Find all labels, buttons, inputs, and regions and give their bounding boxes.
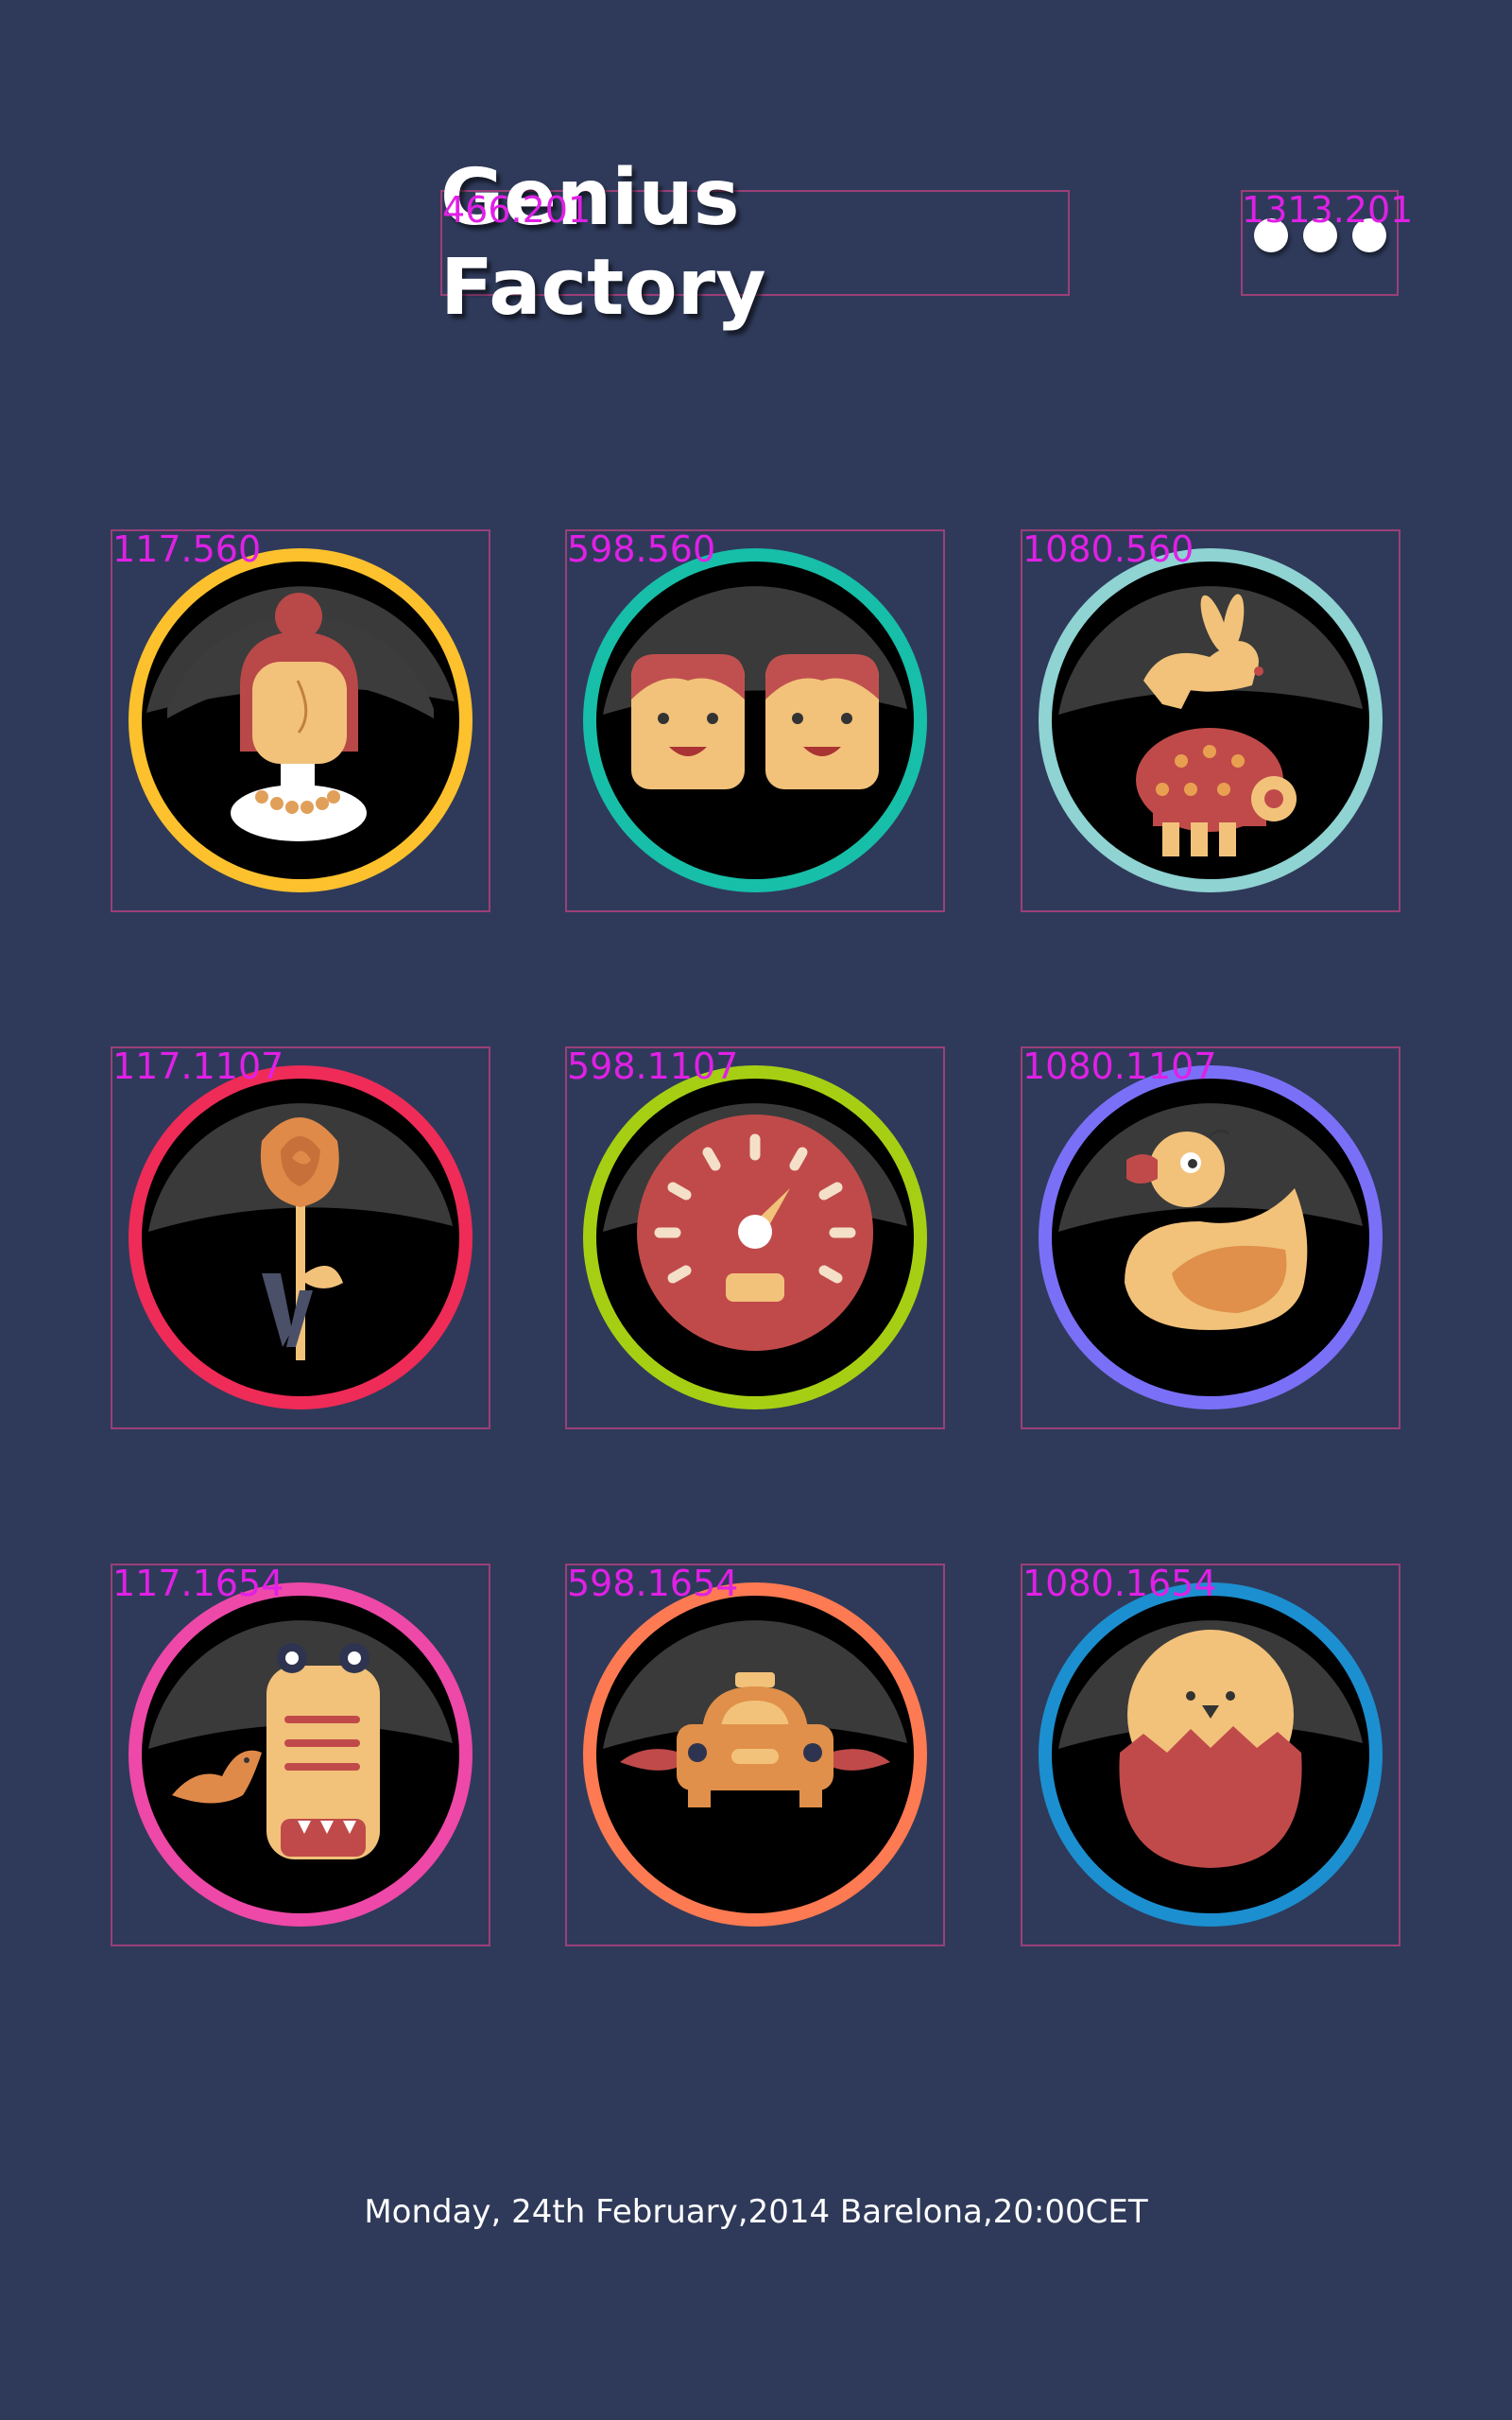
tile-crocodile-bird[interactable]: 117.1654 (111, 1564, 490, 1946)
app-title: Genius Factory (440, 153, 766, 333)
duck-icon (1039, 1065, 1383, 1409)
crocodile-bird-icon (129, 1582, 472, 1927)
woman-icon (129, 548, 472, 892)
more-dots-icon (1351, 218, 1386, 252)
twin-right (765, 654, 879, 789)
more-dots-icon (1253, 218, 1288, 252)
tile-winged-taxi[interactable]: 598.1654 (565, 1564, 945, 1946)
speedometer-icon (583, 1065, 927, 1409)
twins-icon (583, 548, 927, 892)
footer-event-info: Monday, 24th February,2014 Barelona,20:0… (364, 2193, 1148, 2231)
tile-woman[interactable]: 117.560 (111, 529, 490, 912)
winged-taxi-icon (583, 1582, 927, 1927)
tile-twins[interactable]: 598.560 (565, 529, 945, 912)
tile-rabbit-tortoise[interactable]: 1080.560 (1021, 529, 1400, 912)
hatching-chick-icon (1039, 1582, 1383, 1927)
tile-rose[interactable]: 117.1107 (111, 1046, 490, 1429)
more-menu-button[interactable] (1241, 190, 1399, 296)
rabbit-tortoise-icon (1039, 548, 1383, 892)
tile-duck[interactable]: 1080.1107 (1021, 1046, 1400, 1429)
tile-hatching-chick[interactable]: 1080.1654 (1021, 1564, 1400, 1946)
tile-speedometer[interactable]: 598.1107 (565, 1046, 945, 1429)
more-dots-icon (1302, 218, 1337, 252)
rose-icon (129, 1065, 472, 1409)
twin-left (631, 654, 745, 789)
